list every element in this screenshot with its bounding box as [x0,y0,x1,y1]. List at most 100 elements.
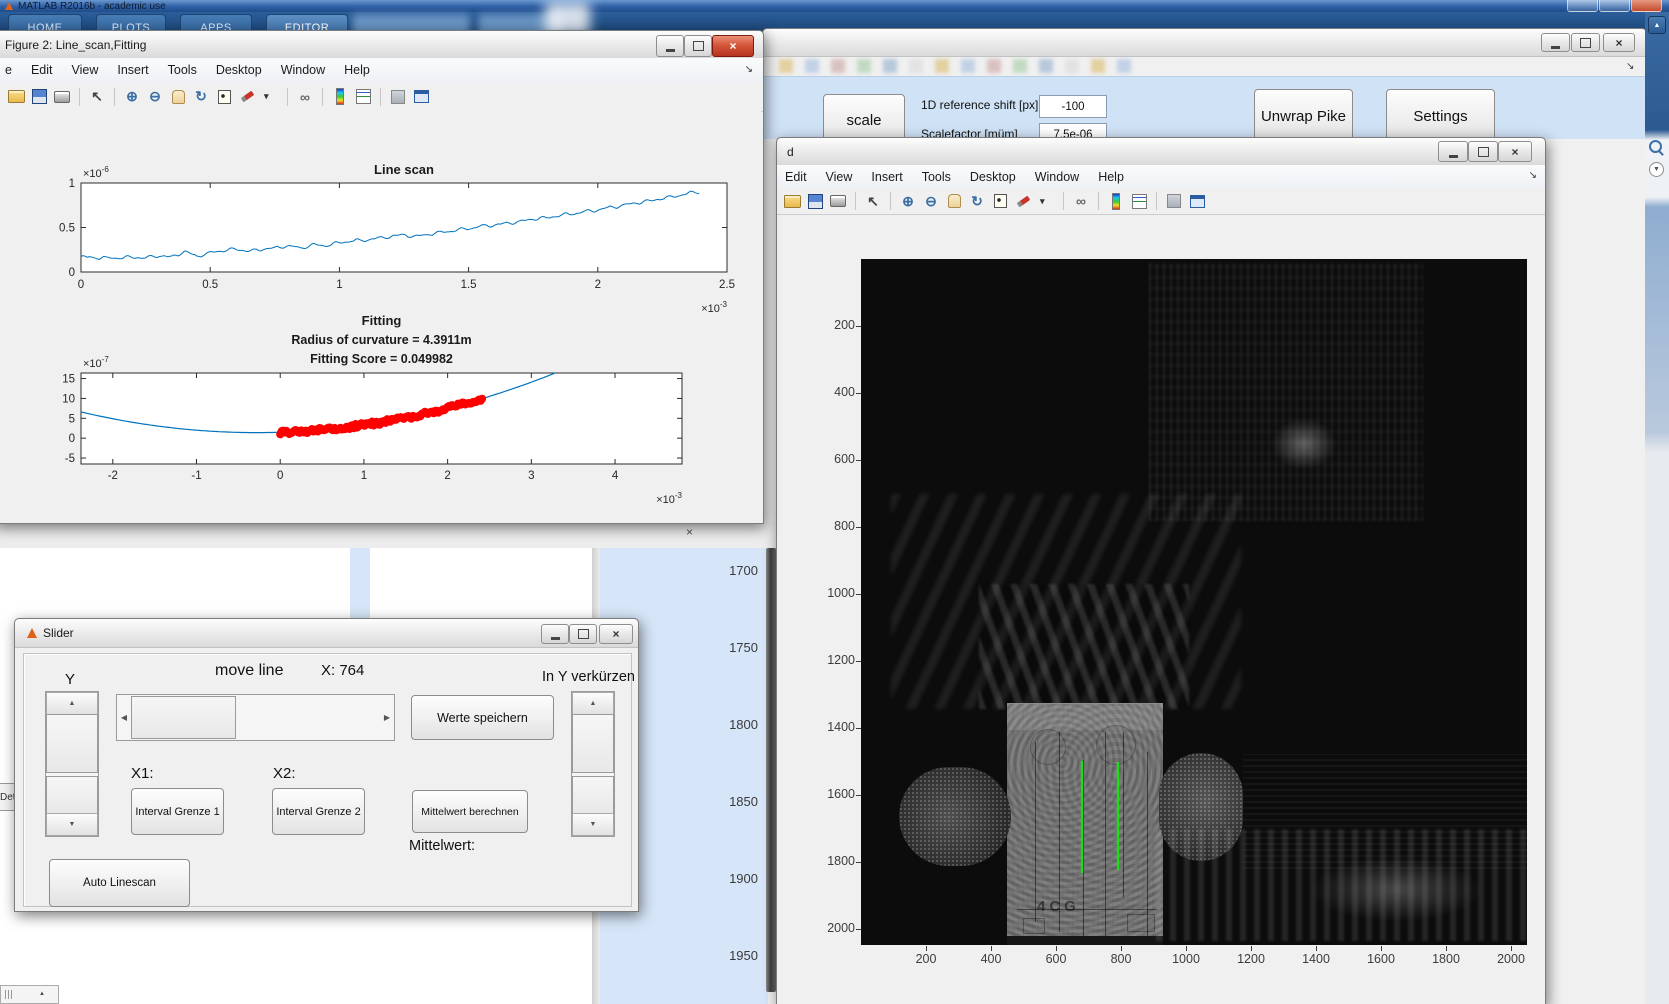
sl-minimize-button[interactable] [541,624,569,644]
legend-icon[interactable] [1130,193,1148,210]
shorten-y-slider[interactable] [571,691,615,837]
f2-maximize-button[interactable] [684,35,712,57]
fitting-plot[interactable]: -2 -1 0 1 2 3 4 -5 0 5 10 15 ×10-7 ×10-3 Fitting Radius… [41,311,761,516]
data-cursor-icon[interactable] [991,193,1009,210]
slider-right-arrow-icon[interactable] [380,695,394,740]
menu-item-tools[interactable]: Tools [922,170,951,184]
bg-dock-arrow-icon[interactable] [1626,61,1634,72]
f2-close-button[interactable]: × [712,35,754,57]
rf-maximize-button[interactable] [1468,141,1498,162]
rf-dock-arrow-icon[interactable] [1529,170,1537,181]
interval-limit-2-button[interactable]: Interval Grenze 2 [272,788,365,835]
main-close-button[interactable] [1631,0,1662,12]
print-icon[interactable] [53,88,71,105]
auto-linescan-button[interactable]: Auto Linescan [49,859,190,907]
move-line-slider-thumb[interactable] [131,696,236,739]
compute-mean-button[interactable]: Mittelwert berechnen [412,790,528,833]
menu-item-view[interactable]: View [826,170,853,184]
y-slider[interactable] [45,691,99,837]
menu-item-view[interactable]: View [72,63,99,77]
panel-collapse-icon[interactable] [1648,16,1666,34]
interval-limit-1-button[interactable]: Interval Grenze 1 [131,788,224,835]
bg-close-button[interactable]: × [1603,33,1635,52]
slider-left-arrow-icon[interactable] [117,695,131,740]
settings-button[interactable]: Settings [1386,89,1495,143]
unwrap-pike-button[interactable]: Unwrap Pike [1254,89,1353,143]
caret-icon[interactable]: ▾ [261,88,279,105]
bg-minimize-button[interactable] [1541,33,1570,52]
f2-dock-arrow-icon[interactable] [745,64,753,75]
background-close-icon[interactable]: × [686,525,693,539]
menu-item-help[interactable]: Help [1098,170,1124,184]
circle-down-arrow-icon[interactable] [1649,162,1664,177]
ref-shift-field[interactable]: -100 [1039,95,1107,118]
brush-icon[interactable] [238,88,256,105]
y-slider-thumb[interactable] [46,714,98,773]
caret-icon[interactable]: ▾ [1037,193,1055,210]
main-maximize-button[interactable] [1599,0,1630,12]
legend-icon[interactable] [354,88,372,105]
edit-plot-icon[interactable]: ↖ [864,193,882,210]
horizontal-scrollbar-fragment[interactable]: ▲ [0,985,59,1004]
y-slider-down-icon[interactable] [46,813,98,836]
y-slider-track-block[interactable] [46,776,98,815]
pan-icon[interactable] [169,88,187,105]
hide-tools-icon[interactable] [389,88,407,105]
save-icon[interactable] [806,193,824,210]
background-scrollbar[interactable] [766,548,776,992]
bg-maximize-button[interactable] [1571,33,1600,52]
shorten-slider-thumb[interactable] [572,714,614,773]
move-line-slider[interactable] [116,694,395,741]
zoom-out-icon[interactable]: ⊖ [922,193,940,210]
save-values-button[interactable]: Werte speichern [411,695,554,740]
line-scan-plot[interactable]: 0 0.5 1 1.5 2 2.500.51×10-6×10-3Line scan [41,156,761,321]
open-icon[interactable] [783,193,801,210]
menu-item-edit[interactable]: Edit [31,63,53,77]
main-minimize-button[interactable] [1567,0,1598,12]
toolbar-separator [890,192,891,210]
f2-minimize-button[interactable] [656,35,684,57]
menu-item-help[interactable]: Help [344,63,370,77]
rf-minimize-button[interactable] [1438,141,1468,162]
colorbar-icon[interactable] [331,88,349,105]
rotate-icon[interactable]: ↻ [968,193,986,210]
scrollbar-arrow-icon[interactable]: ▲ [39,991,45,997]
sl-maximize-button[interactable] [569,624,597,644]
save-icon[interactable] [30,88,48,105]
hide-tools-icon[interactable] [1165,193,1183,210]
shorten-slider-down-icon[interactable] [572,813,614,836]
zoom-in-icon[interactable]: ⊕ [123,88,141,105]
search-icon[interactable] [1649,140,1662,153]
shorten-slider-up-icon[interactable] [572,692,614,715]
menu-item-window[interactable]: Window [281,63,325,77]
edit-plot-icon[interactable]: ↖ [88,88,106,105]
dock-icon[interactable] [1188,193,1206,210]
open-icon[interactable] [7,88,25,105]
menu-item-window[interactable]: Window [1035,170,1079,184]
menu-item-edit[interactable]: Edit [785,170,807,184]
menu-item-insert[interactable]: Insert [871,170,902,184]
menu-item-tools[interactable]: Tools [168,63,197,77]
zoom-in-icon[interactable]: ⊕ [899,193,917,210]
y-tick-label: 1000 [827,586,855,600]
brush-icon[interactable] [1014,193,1032,210]
scan-image-axes[interactable]: 4CG [861,259,1527,945]
zoom-out-icon[interactable]: ⊖ [146,88,164,105]
menu-item-e[interactable]: e [5,63,12,77]
figure2-menubar: e Edit View Insert Tools Desktop Window Help [0,58,763,82]
shorten-slider-track-block[interactable] [572,776,614,815]
menu-item-desktop[interactable]: Desktop [970,170,1016,184]
menu-item-insert[interactable]: Insert [117,63,148,77]
link-icon[interactable]: ∞ [296,88,314,105]
menu-item-desktop[interactable]: Desktop [216,63,262,77]
pan-icon[interactable] [945,193,963,210]
dock-icon[interactable] [412,88,430,105]
rf-close-button[interactable]: × [1498,141,1532,162]
rotate-icon[interactable]: ↻ [192,88,210,105]
y-slider-up-icon[interactable] [46,692,98,715]
sl-close-button[interactable]: × [599,624,633,644]
link-icon[interactable]: ∞ [1072,193,1090,210]
print-icon[interactable] [829,193,847,210]
colorbar-icon[interactable] [1107,192,1125,210]
data-cursor-icon[interactable] [215,88,233,105]
